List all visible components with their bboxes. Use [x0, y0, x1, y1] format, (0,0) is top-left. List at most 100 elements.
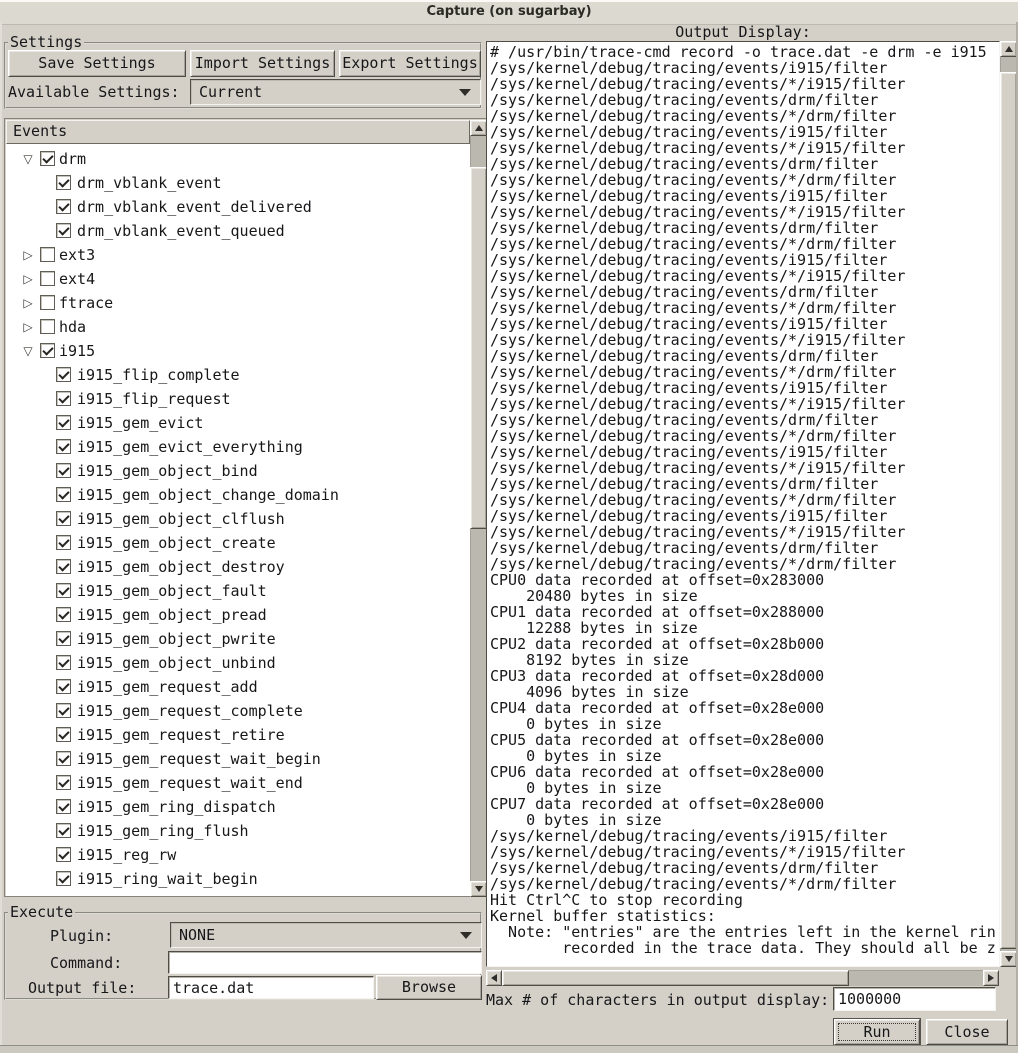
event-checkbox[interactable] — [40, 271, 55, 286]
event-checkbox[interactable] — [56, 391, 71, 406]
event-checkbox[interactable] — [56, 847, 71, 862]
tree-row[interactable]: ▽ drm — [6, 147, 470, 171]
expander-icon[interactable]: ▷ — [20, 291, 36, 315]
events-scrollbar-thumb[interactable] — [470, 167, 487, 529]
output-line: /sys/kernel/debug/tracing/events/*/i915/… — [490, 204, 999, 220]
event-checkbox[interactable] — [56, 607, 71, 622]
event-checkbox[interactable] — [56, 631, 71, 646]
export-settings-button[interactable]: Export Settings — [339, 50, 481, 77]
import-settings-button[interactable]: Import Settings — [190, 50, 335, 77]
event-checkbox[interactable] — [56, 751, 71, 766]
event-checkbox[interactable] — [40, 319, 55, 334]
expander-icon[interactable]: ▽ — [20, 147, 36, 171]
plugin-value: NONE — [179, 923, 215, 947]
event-checkbox[interactable] — [56, 535, 71, 550]
plugin-combo[interactable]: NONE — [170, 922, 482, 948]
scroll-up-button[interactable] — [1000, 41, 1017, 57]
event-checkbox[interactable] — [56, 871, 71, 886]
output-file-input[interactable] — [168, 976, 374, 999]
expander-icon[interactable]: ▷ — [20, 315, 36, 339]
events-tree[interactable]: ▽ drm drm_vblank_event drm_vblank_event_… — [6, 144, 470, 896]
expander-icon[interactable]: ▷ — [20, 243, 36, 267]
scroll-right-button[interactable] — [983, 970, 999, 986]
event-checkbox[interactable] — [56, 799, 71, 814]
event-checkbox[interactable] — [56, 439, 71, 454]
event-checkbox[interactable] — [56, 367, 71, 382]
event-checkbox[interactable] — [56, 199, 71, 214]
output-hscrollbar[interactable] — [486, 970, 999, 986]
tree-row[interactable]: drm_vblank_event — [6, 171, 470, 195]
tree-row[interactable]: i915_gem_ring_flush — [6, 819, 470, 843]
event-checkbox[interactable] — [56, 823, 71, 838]
tree-row[interactable]: i915_gem_evict_everything — [6, 435, 470, 459]
tree-row[interactable]: i915_gem_ring_dispatch — [6, 795, 470, 819]
event-checkbox[interactable] — [56, 223, 71, 238]
tree-row[interactable]: ▷ ftrace — [6, 291, 470, 315]
scroll-down-button[interactable] — [470, 881, 487, 897]
event-checkbox[interactable] — [56, 655, 71, 670]
tree-row[interactable]: i915_gem_request_wait_end — [6, 771, 470, 795]
tree-row[interactable]: drm_vblank_event_delivered — [6, 195, 470, 219]
tree-row[interactable]: i915_flip_complete — [6, 363, 470, 387]
save-settings-button[interactable]: Save Settings — [8, 50, 186, 77]
browse-button[interactable]: Browse — [376, 975, 482, 1000]
output-vscrollbar[interactable] — [1000, 41, 1017, 967]
event-checkbox[interactable] — [56, 463, 71, 478]
tree-row[interactable]: i915_flip_request — [6, 387, 470, 411]
tree-row[interactable]: i915_gem_object_unbind — [6, 651, 470, 675]
event-checkbox[interactable] — [56, 727, 71, 742]
output-text[interactable]: # /usr/bin/trace-cmd record -o trace.dat… — [486, 41, 1000, 967]
output-line: Hit Ctrl^C to stop recording — [490, 892, 999, 908]
tree-row[interactable]: i915_gem_request_complete — [6, 699, 470, 723]
tree-row[interactable]: i915_gem_object_destroy — [6, 555, 470, 579]
scroll-up-button[interactable] — [470, 120, 487, 136]
expander-icon[interactable]: ▷ — [20, 267, 36, 291]
available-settings-combo[interactable]: Current — [190, 79, 481, 105]
scroll-down-button[interactable] — [1000, 951, 1017, 967]
event-checkbox[interactable] — [40, 295, 55, 310]
expander-icon[interactable]: ▽ — [20, 339, 36, 363]
tree-row[interactable]: i915_ring_wait_begin — [6, 867, 470, 891]
tree-row[interactable]: i915_gem_object_fault — [6, 579, 470, 603]
event-checkbox[interactable] — [40, 151, 55, 166]
events-scrollbar[interactable] — [470, 120, 487, 897]
event-checkbox[interactable] — [56, 583, 71, 598]
window-titlebar[interactable]: Capture (on sugarbay) — [0, 0, 1018, 25]
close-button[interactable]: Close — [926, 1019, 1008, 1045]
scroll-left-button[interactable] — [486, 970, 502, 986]
tree-row[interactable]: i915_gem_request_wait_begin — [6, 747, 470, 771]
event-checkbox[interactable] — [56, 487, 71, 502]
tree-row[interactable]: i915_gem_request_retire — [6, 723, 470, 747]
max-chars-input[interactable] — [833, 987, 996, 1011]
tree-row[interactable]: i915_gem_object_change_domain — [6, 483, 470, 507]
events-column-header[interactable]: Events — [6, 120, 470, 144]
event-checkbox[interactable] — [56, 511, 71, 526]
event-checkbox[interactable] — [56, 775, 71, 790]
tree-row[interactable]: ▷ ext3 — [6, 243, 470, 267]
event-checkbox[interactable] — [56, 679, 71, 694]
tree-row[interactable]: ▷ ext4 — [6, 267, 470, 291]
output-display-header: Output Display: — [486, 24, 1000, 40]
command-input[interactable] — [168, 951, 482, 974]
output-vscrollbar-thumb[interactable] — [1000, 72, 1017, 949]
event-checkbox[interactable] — [56, 559, 71, 574]
tree-row[interactable]: i915_gem_object_create — [6, 531, 470, 555]
tree-row[interactable]: i915_reg_rw — [6, 843, 470, 867]
run-button[interactable]: Run — [834, 1019, 920, 1045]
tree-row[interactable]: i915_gem_object_pwrite — [6, 627, 470, 651]
tree-row[interactable]: i915_gem_object_clflush — [6, 507, 470, 531]
event-checkbox[interactable] — [56, 703, 71, 718]
tree-row[interactable]: i915_gem_object_bind — [6, 459, 470, 483]
tree-row[interactable]: i915_gem_object_pread — [6, 603, 470, 627]
tree-row[interactable]: i915_gem_evict — [6, 411, 470, 435]
tree-row[interactable]: ▷ hda — [6, 315, 470, 339]
tree-row[interactable]: ▽ i915 — [6, 339, 470, 363]
event-checkbox[interactable] — [40, 343, 55, 358]
event-checkbox[interactable] — [56, 415, 71, 430]
event-checkbox[interactable] — [40, 247, 55, 262]
output-hscrollbar-thumb[interactable] — [502, 970, 849, 986]
output-line: 12288 bytes in size — [490, 620, 999, 636]
tree-row[interactable]: i915_gem_request_add — [6, 675, 470, 699]
event-checkbox[interactable] — [56, 175, 71, 190]
tree-row[interactable]: drm_vblank_event_queued — [6, 219, 470, 243]
